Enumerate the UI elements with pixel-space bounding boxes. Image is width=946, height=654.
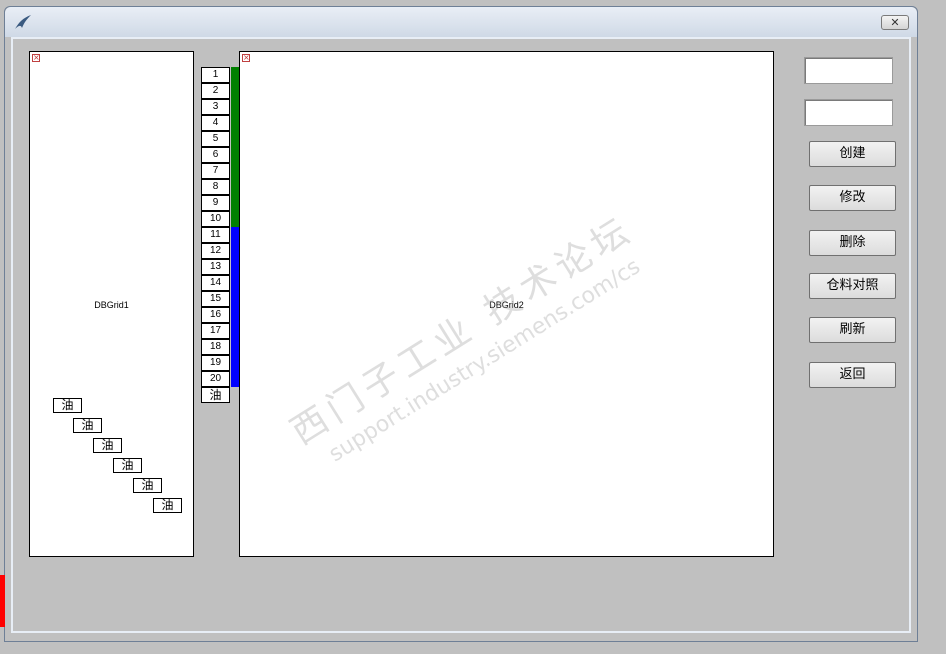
row-number-cell: 9: [201, 195, 230, 211]
red-edge-strip: [0, 575, 5, 627]
row-number-cell: 7: [201, 163, 230, 179]
title-bar: ✕: [5, 7, 917, 37]
row-number-cell: 14: [201, 275, 230, 291]
oil-cell: 油: [113, 458, 142, 473]
row-number-cell: 10: [201, 211, 230, 227]
row-number-cell: 18: [201, 339, 230, 355]
row-number-cell: 8: [201, 179, 230, 195]
row-number-cell: 19: [201, 355, 230, 371]
broken-image-icon: ×: [242, 53, 250, 62]
warehouse-compare-button[interactable]: 仓料对照: [809, 273, 896, 299]
dbgrid1-label: DBGrid1: [94, 300, 129, 310]
row-number-cell: 3: [201, 99, 230, 115]
dbgrid2[interactable]: × DBGrid2: [239, 51, 774, 557]
row-number-cell: 1: [201, 67, 230, 83]
input-field-2[interactable]: [804, 99, 893, 126]
row-number-cell: 6: [201, 147, 230, 163]
oil-cell: 油: [73, 418, 102, 433]
dbgrid2-label: DBGrid2: [489, 300, 524, 310]
close-button[interactable]: ✕: [881, 15, 909, 30]
oil-cell: 油: [93, 438, 122, 453]
oil-row-cell: 油: [201, 387, 230, 403]
create-button[interactable]: 创建: [809, 141, 896, 167]
row-number-cell: 16: [201, 307, 230, 323]
oil-cell: 油: [53, 398, 82, 413]
refresh-button[interactable]: 刷新: [809, 317, 896, 343]
close-icon: ✕: [890, 16, 900, 29]
oil-cell: 油: [133, 478, 162, 493]
row-number-column: 1 2 3 4 5 6 7 8 9 10 11 12 13 14 15 16 1…: [201, 67, 232, 403]
row-number-cell: 5: [201, 131, 230, 147]
delete-button[interactable]: 删除: [809, 230, 896, 256]
broken-image-icon: ×: [32, 53, 40, 62]
row-number-cell: 15: [201, 291, 230, 307]
back-button[interactable]: 返回: [809, 362, 896, 388]
green-status-bar: [231, 67, 239, 227]
blue-status-bar: [231, 227, 239, 387]
oil-cell: 油: [153, 498, 182, 513]
row-number-cell: 11: [201, 227, 230, 243]
feather-icon: [15, 15, 31, 29]
row-number-cell: 20: [201, 371, 230, 387]
row-number-cell: 13: [201, 259, 230, 275]
input-field-1[interactable]: [804, 57, 893, 84]
row-number-cell: 12: [201, 243, 230, 259]
row-number-cell: 4: [201, 115, 230, 131]
row-number-cell: 17: [201, 323, 230, 339]
modify-button[interactable]: 修改: [809, 185, 896, 211]
dbgrid1[interactable]: × DBGrid1 油 油 油 油 油 油: [29, 51, 194, 557]
row-number-cell: 2: [201, 83, 230, 99]
